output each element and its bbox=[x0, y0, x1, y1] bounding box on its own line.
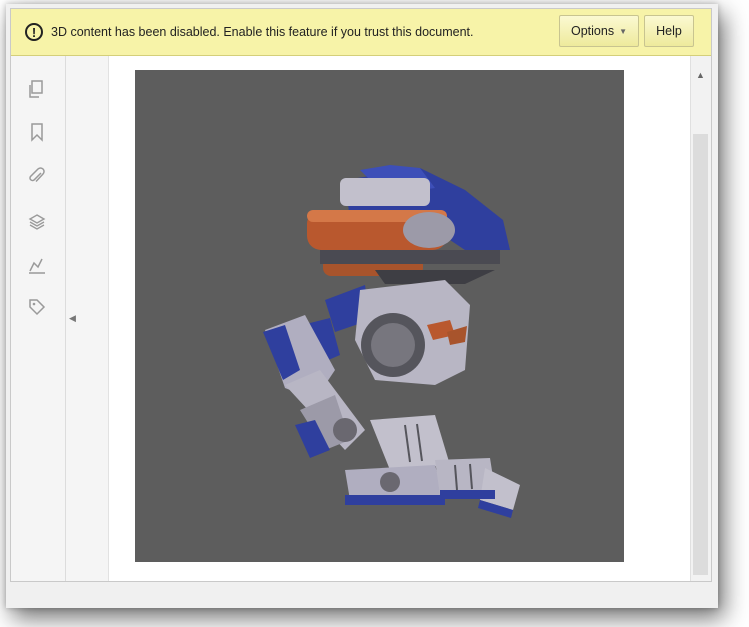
robot-model-image bbox=[263, 165, 520, 518]
collapse-panel-icon[interactable]: ◀ bbox=[69, 313, 77, 323]
options-label: Options bbox=[570, 24, 615, 38]
chevron-down-icon: ▼ bbox=[619, 26, 627, 36]
scroll-thumb[interactable] bbox=[693, 134, 708, 575]
security-notification-bar: ! 3D content has been disabled. Enable t… bbox=[11, 9, 711, 56]
pdf-viewer-window: ! 3D content has been disabled. Enable t… bbox=[10, 8, 712, 582]
3d-content-viewport[interactable] bbox=[135, 70, 624, 562]
signature-icon[interactable] bbox=[26, 254, 48, 276]
layers-icon[interactable] bbox=[26, 211, 48, 233]
page-thumbnails-icon[interactable] bbox=[26, 78, 48, 100]
attachment-icon[interactable] bbox=[26, 166, 48, 188]
exclamation-circle-icon: ! bbox=[25, 23, 43, 41]
help-button[interactable]: Help bbox=[644, 15, 694, 47]
tag-icon[interactable] bbox=[26, 296, 48, 318]
vertical-scrollbar[interactable]: ▲ bbox=[690, 56, 711, 581]
notification-message: 3D content has been disabled. Enable thi… bbox=[51, 25, 474, 39]
scroll-up-icon[interactable]: ▲ bbox=[696, 70, 705, 80]
options-button[interactable]: Options ▼ bbox=[559, 15, 639, 47]
document-page bbox=[109, 56, 691, 581]
bookmark-icon[interactable] bbox=[26, 121, 48, 143]
navigation-panel bbox=[11, 56, 66, 581]
help-label: Help bbox=[656, 24, 682, 38]
